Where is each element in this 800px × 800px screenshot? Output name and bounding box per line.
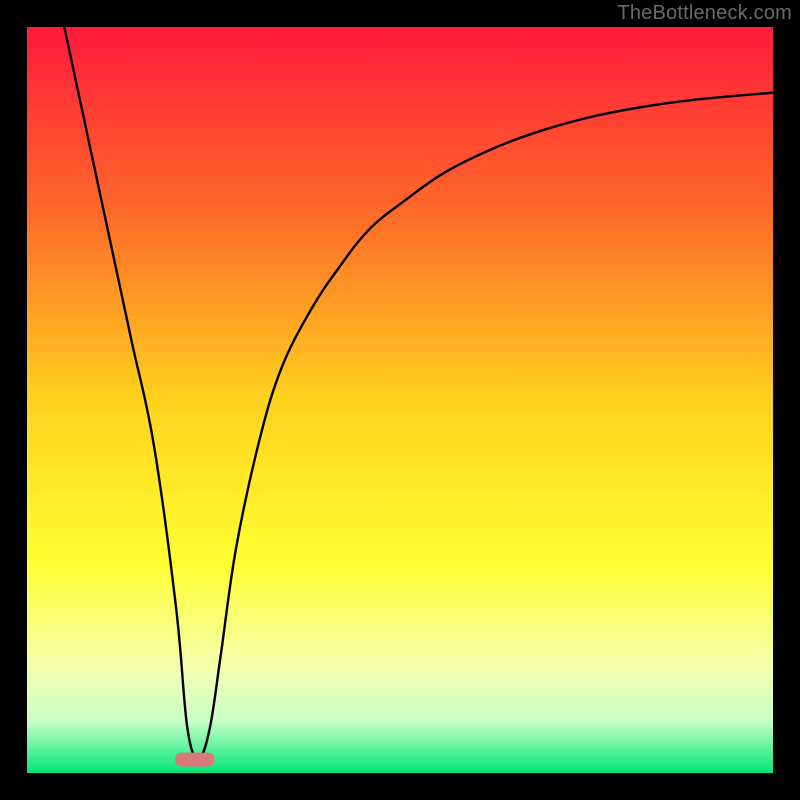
chart-svg: [27, 27, 773, 773]
plot-area: [27, 27, 773, 773]
optimal-marker: [175, 753, 215, 767]
attribution-label: TheBottleneck.com: [617, 2, 792, 25]
chart-frame: TheBottleneck.com: [0, 0, 800, 800]
gradient-background: [27, 27, 773, 773]
